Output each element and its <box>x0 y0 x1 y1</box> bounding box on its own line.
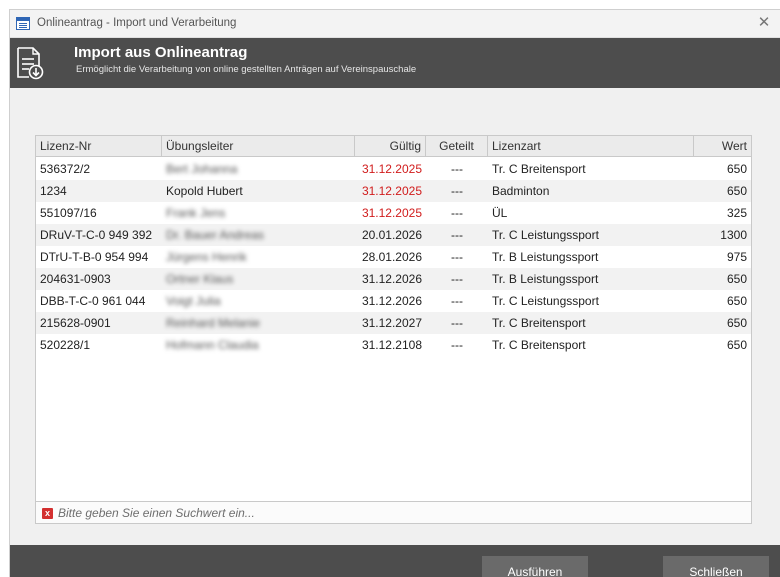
cell-gueltig: 31.12.2026 <box>361 272 422 286</box>
cell-lizenz-nr: 204631-0903 <box>40 272 111 286</box>
header-subtitle: Ermöglicht die Verarbeitung von online g… <box>76 64 417 75</box>
table-row[interactable]: 551097/16 Frank Jens 31.12.2025 --- ÜL 325 <box>36 202 751 224</box>
clear-search-icon[interactable]: x <box>42 508 53 519</box>
table-row[interactable]: 520228/1 Hofmann Claudia 31.12.2108 --- Tr. … <box>36 334 751 356</box>
cell-uebungsleiter: Voigt Julia <box>166 294 221 308</box>
header-title: Import aus Onlineantrag <box>74 44 248 61</box>
cell-lizenz-nr: DBB-T-C-0 961 044 <box>40 294 146 308</box>
cell-gueltig: 31.12.2026 <box>361 294 422 308</box>
cell-gueltig: 31.12.2025 <box>361 206 422 220</box>
cell-uebungsleiter: Jürgens Henrik <box>166 250 247 264</box>
table-header: Lizenz-Nr Übungsleiter Gültig Geteilt Li… <box>36 136 751 157</box>
cell-lizenzart: Tr. C Leistungssport <box>492 228 599 242</box>
title-bar[interactable]: Onlineantrag - Import und Verarbeitung ✕ <box>10 10 780 38</box>
cell-gueltig: 31.12.2108 <box>361 338 422 352</box>
cell-wert: 650 <box>726 338 747 352</box>
form-window-icon <box>16 17 30 30</box>
cell-lizenz-nr: 551097/16 <box>40 206 97 220</box>
cell-geteilt: --- <box>451 184 463 198</box>
run-button[interactable]: Ausführen <box>482 556 588 577</box>
header-banner: Import aus Onlineantrag Ermöglicht die V… <box>10 38 780 88</box>
cell-lizenz-nr: DTrU-T-B-0 954 994 <box>40 250 149 264</box>
table-row[interactable]: 215628-0901 Reinhard Melanie 31.12.2027 ---… <box>36 312 751 334</box>
cell-geteilt: --- <box>451 228 463 242</box>
column-header-lizenz-nr[interactable]: Lizenz-Nr <box>36 136 162 157</box>
cell-gueltig: 31.12.2025 <box>361 184 422 198</box>
cell-lizenz-nr: 536372/2 <box>40 162 91 176</box>
cell-lizenzart: Tr. C Leistungssport <box>492 294 599 308</box>
column-header-wert[interactable]: Wert <box>694 136 751 157</box>
cell-uebungsleiter: Bert Johanna <box>166 162 238 176</box>
close-button[interactable]: Schließen <box>663 556 769 577</box>
cell-wert: 650 <box>726 316 747 330</box>
cell-geteilt: --- <box>451 162 463 176</box>
table-row[interactable]: DTrU-T-B-0 954 994 Jürgens Henrik 28.01.20… <box>36 246 751 268</box>
table-row[interactable]: 204631-0903 Ortner Klaus 31.12.2026 --- Tr. … <box>36 268 751 290</box>
table-row[interactable]: 1234 Kopold Hubert 31.12.2025 --- Badminton 6… <box>36 180 751 202</box>
cell-gueltig: 20.01.2026 <box>361 228 422 242</box>
cell-gueltig: 28.01.2026 <box>361 250 422 264</box>
footer-bar: Ausführen Schließen <box>10 545 780 577</box>
table-row[interactable]: DRuV-T-C-0 949 392 Dr. Bauer Andreas 20.01… <box>36 224 751 246</box>
column-header-gueltig[interactable]: Gültig <box>355 136 426 157</box>
cell-lizenz-nr: 520228/1 <box>40 338 91 352</box>
cell-uebungsleiter: Reinhard Melanie <box>166 316 261 330</box>
search-input[interactable] <box>58 504 738 522</box>
cell-uebungsleiter: Hofmann Claudia <box>166 338 259 352</box>
close-window-icon[interactable]: ✕ <box>755 14 773 32</box>
cell-geteilt: --- <box>451 338 463 352</box>
cell-lizenz-nr: 215628-0901 <box>40 316 111 330</box>
cell-wert: 650 <box>726 184 747 198</box>
column-header-geteilt[interactable]: Geteilt <box>426 136 488 157</box>
cell-lizenzart: Badminton <box>492 184 550 198</box>
cell-wert: 650 <box>726 162 747 176</box>
cell-uebungsleiter: Kopold Hubert <box>166 184 243 198</box>
column-header-uebungsleiter[interactable]: Übungsleiter <box>162 136 355 157</box>
window-title: Onlineantrag - Import und Verarbeitung <box>37 17 237 29</box>
table-row[interactable]: 536372/2 Bert Johanna 31.12.2025 --- Tr. C B… <box>36 158 751 180</box>
cell-geteilt: --- <box>451 206 463 220</box>
applications-table: Lizenz-Nr Übungsleiter Gültig Geteilt Li… <box>35 135 752 524</box>
cell-wert: 650 <box>726 272 747 286</box>
cell-lizenzart: Tr. C Breitensport <box>492 316 586 330</box>
cell-lizenzart: Tr. C Breitensport <box>492 338 586 352</box>
column-header-lizenzart[interactable]: Lizenzart <box>488 136 694 157</box>
document-download-icon <box>17 47 44 80</box>
cell-wert: 1300 <box>720 228 747 242</box>
cell-gueltig: 31.12.2027 <box>361 316 422 330</box>
cell-uebungsleiter: Frank Jens <box>166 206 226 220</box>
cell-lizenz-nr: DRuV-T-C-0 949 392 <box>40 228 153 242</box>
cell-geteilt: --- <box>451 272 463 286</box>
import-dialog: Onlineantrag - Import und Verarbeitung ✕… <box>9 9 780 577</box>
cell-lizenzart: Tr. B Leistungssport <box>492 272 599 286</box>
cell-geteilt: --- <box>451 294 463 308</box>
cell-gueltig: 31.12.2025 <box>361 162 422 176</box>
cell-wert: 325 <box>726 206 747 220</box>
cell-lizenzart: ÜL <box>492 206 508 220</box>
cell-lizenz-nr: 1234 <box>40 184 67 198</box>
cell-geteilt: --- <box>451 250 463 264</box>
cell-lizenzart: Tr. B Leistungssport <box>492 250 599 264</box>
table-row[interactable]: DBB-T-C-0 961 044 Voigt Julia 31.12.2026 --… <box>36 290 751 312</box>
cell-wert: 650 <box>726 294 747 308</box>
cell-geteilt: --- <box>451 316 463 330</box>
cell-wert: 975 <box>726 250 747 264</box>
cell-lizenzart: Tr. C Breitensport <box>492 162 586 176</box>
cell-uebungsleiter: Dr. Bauer Andreas <box>166 228 265 242</box>
cell-uebungsleiter: Ortner Klaus <box>166 272 234 286</box>
search-bar: x <box>36 501 751 523</box>
